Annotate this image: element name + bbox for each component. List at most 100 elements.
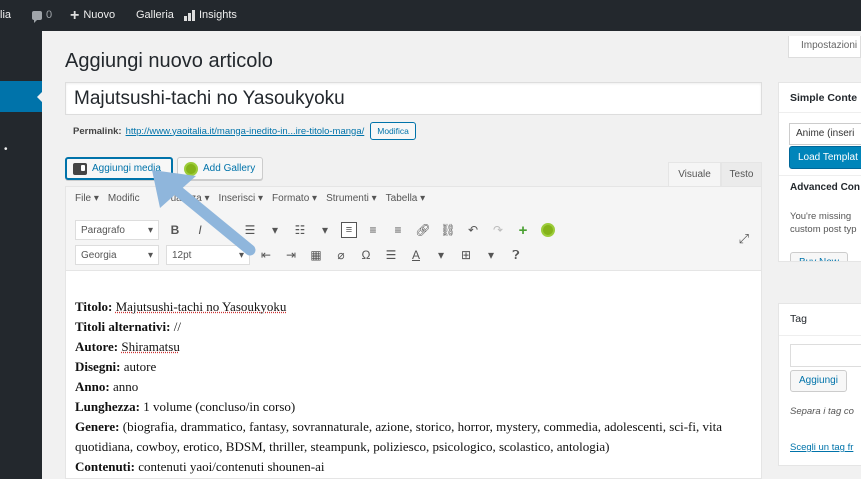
menu-format[interactable]: Formato ▾ [272, 193, 317, 204]
tag-box-title: Tag [779, 304, 861, 336]
bold-icon[interactable]: B [166, 221, 184, 239]
advanced-content-title: Advanced Con [790, 182, 861, 193]
indent-icon[interactable]: ⇥ [282, 246, 300, 264]
content-label: Disegni: [75, 359, 121, 374]
toolbar-row-2: Georgia ▾ 12pt ▾ ⇤ ⇥ ▦ ⌀ Ω ☰ A ▾ ⊞ ▾ ❓︎ [75, 245, 525, 265]
content-label: Lunghezza: [75, 399, 140, 414]
content-line: Anno: anno [75, 377, 750, 397]
side-menu-active-item[interactable] [0, 81, 42, 112]
content-value: Majutsushi-tachi no Yasoukyoku [115, 299, 287, 314]
content-line: Lunghezza: 1 volume (concluso/in corso) [75, 397, 750, 417]
bullet-list-dropdown-icon[interactable]: ▾ [266, 221, 284, 239]
template-select[interactable]: Anime (inseri [789, 123, 861, 145]
adminbar-insights-label: Insights [199, 9, 237, 21]
table-dropdown-icon[interactable]: ▾ [482, 246, 500, 264]
align-right-icon[interactable]: ≡ [389, 221, 407, 239]
tab-text[interactable]: Testo [721, 162, 762, 186]
outdent-icon[interactable]: ⇤ [257, 246, 275, 264]
text-color-icon[interactable]: A [407, 246, 425, 264]
strikethrough-icon[interactable]: ᵃ̶ [216, 221, 234, 239]
insert-link-icon[interactable]: 🔗︎ [414, 221, 432, 239]
add-tag-button[interactable]: Aggiungi [790, 370, 847, 392]
dropdown-arrow-icon: ▾ [238, 249, 244, 261]
content-label: Contenuti: [75, 459, 135, 474]
wp-admin-screen: lia 0 + Nuovo Galleria Insights • Aggiun… [0, 0, 861, 479]
menu-edit[interactable]: Modific [108, 193, 140, 204]
italic-icon[interactable]: I [191, 221, 209, 239]
tag-box: Tag Aggiungi Separa i tag co Scegli un t… [778, 303, 861, 466]
content-value: // [173, 319, 181, 334]
add-gallery-label: Add Gallery [203, 163, 256, 174]
adminbar-new[interactable]: + Nuovo [70, 0, 115, 31]
menu-view[interactable]: ualizza ▾ [171, 193, 210, 204]
add-media-button[interactable]: Aggiungi media [65, 157, 173, 180]
permalink-url[interactable]: http://www.yaoitalia.it/manga-inedito-in… [126, 126, 365, 137]
plus-icon: + [70, 7, 80, 24]
special-character-icon[interactable]: Ω [357, 246, 375, 264]
format-select[interactable]: Paragrafo ▾ [75, 220, 159, 240]
advanced-text-1: You're missing [790, 211, 852, 222]
content-label: Autore: [75, 339, 119, 354]
content-value: (biografia, drammatico, fantasy, sovrann… [75, 419, 722, 454]
content-line: Genere: (biografia, drammatico, fantasy,… [75, 417, 750, 457]
content-line: Autore: Shiramatsu [75, 337, 750, 357]
add-media-label: Aggiungi media [92, 163, 161, 174]
divider [779, 175, 861, 176]
menu-table[interactable]: Tabella ▾ [386, 193, 426, 204]
active-menu-pointer [37, 89, 45, 105]
text-color-dropdown-icon[interactable]: ▾ [432, 246, 450, 264]
font-family-value: Georgia [81, 249, 117, 261]
advanced-text-2: custom post typ [790, 224, 857, 235]
menu-tools[interactable]: Strumenti ▾ [326, 193, 377, 204]
buy-now-button[interactable]: Buy Now [790, 252, 849, 261]
comment-bubble-icon [32, 11, 42, 23]
table-icon[interactable]: ⊞ [457, 246, 475, 264]
editor-toolbar: File ▾ Modific ualizza ▾ Inserisci ▾ For… [66, 187, 761, 271]
post-title-input[interactable] [65, 82, 762, 115]
editor-content[interactable]: Titolo: Majutsushi-tachi no Yasoukyoku T… [75, 297, 750, 477]
gallery-plugin-icon[interactable] [539, 221, 557, 239]
align-center-icon[interactable]: ≡ [364, 221, 382, 239]
gallery-icon [184, 161, 198, 176]
adminbar-insights[interactable]: Insights [184, 0, 237, 31]
font-family-select[interactable]: Georgia ▾ [75, 245, 159, 265]
remove-link-icon[interactable]: ⛓︎ [439, 221, 457, 239]
align-left-icon[interactable]: ≡ [341, 222, 357, 238]
choose-tag-link[interactable]: Scegli un tag fr [790, 442, 853, 453]
help-icon[interactable]: ❓︎ [507, 246, 525, 264]
side-menu-bullet: • [4, 144, 8, 155]
font-size-select[interactable]: 12pt ▾ [166, 245, 250, 265]
fullscreen-icon[interactable]: ⤢ [739, 231, 749, 247]
content-value: autore [123, 359, 157, 374]
numbered-list-icon[interactable]: ☷ [291, 221, 309, 239]
simple-content-box: Simple Conte Anime (inseri Load Templat … [778, 82, 861, 262]
menu-file[interactable]: File ▾ [75, 193, 99, 204]
adminbar-comments[interactable]: 0 [32, 0, 52, 31]
content-value: anno [112, 379, 139, 394]
undo-icon[interactable]: ↶ [464, 221, 482, 239]
permalink-edit-button[interactable]: Modifica [370, 122, 416, 140]
horizontal-line-icon[interactable]: ☰ [382, 246, 400, 264]
clear-formatting-icon[interactable]: ⌀ [332, 246, 350, 264]
tab-visual[interactable]: Visuale [668, 162, 721, 186]
add-gallery-button[interactable]: Add Gallery [177, 157, 263, 180]
tag-input[interactable] [790, 344, 861, 367]
content-label: Genere: [75, 419, 120, 434]
content-value: contenuti yaoi/contenuti shounen-ai [138, 459, 325, 474]
bullet-list-icon[interactable]: ☰ [241, 221, 259, 239]
load-template-button[interactable]: Load Templat [789, 146, 861, 169]
add-plus-icon[interactable]: + [514, 221, 532, 239]
redo-icon[interactable]: ↷ [489, 221, 507, 239]
dropdown-arrow-icon: ▾ [147, 249, 153, 261]
content-label: Anno: [75, 379, 110, 394]
adminbar-site-name[interactable]: lia [0, 0, 11, 31]
screen-options-tab[interactable]: Impostazioni [788, 36, 861, 58]
menu-insert[interactable]: Inserisci ▾ [219, 193, 263, 204]
gallery-plugin-glyph [541, 223, 555, 237]
content-label: Titolo: [75, 299, 113, 314]
paste-text-icon[interactable]: ▦ [307, 246, 325, 264]
adminbar-new-label: Nuovo [83, 9, 116, 21]
adminbar-gallery[interactable]: Galleria [136, 0, 174, 31]
numbered-list-dropdown-icon[interactable]: ▾ [316, 221, 334, 239]
content-line: Disegni: autore [75, 357, 750, 377]
